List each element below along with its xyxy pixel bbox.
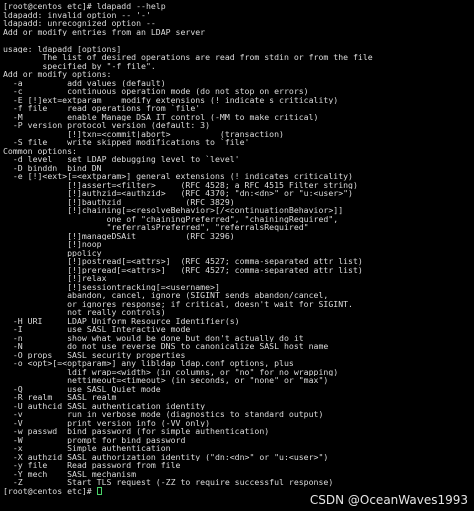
terminal-window[interactable]: [root@centos etc]# ldapadd --help ldapadd… <box>0 0 474 511</box>
terminal-line: -R realm SASL realm <box>3 393 117 402</box>
terminal-line: abandon, cancel, ignore (SIGINT sends ab… <box>3 291 329 300</box>
terminal-line: -X authzid SASL authorization identity (… <box>3 452 329 461</box>
terminal-line: [!]authzid=<authzid> (RFC 4370; "dn:<dn>… <box>3 189 353 198</box>
terminal-line: [!]txn=<commit|abort> (transaction) <box>3 129 284 138</box>
terminal-line: Add or modify options: <box>3 70 112 79</box>
terminal-line: -y file Read password from file <box>3 461 181 470</box>
terminal-line: -N do not use reverse DNS to canonicaliz… <box>3 342 329 351</box>
terminal-line: -n show what would be done but don't act… <box>3 333 304 342</box>
terminal-line: -O props SASL security properties <box>3 350 186 359</box>
terminal-line: [!]postread[=<attrs>] (RFC 4527; comma-s… <box>3 257 363 266</box>
terminal-line: or ignores response; if critical, doesn'… <box>3 299 353 308</box>
terminal-line: Common options: <box>3 146 77 155</box>
terminal-line: -Y mech SASL mechanism <box>3 469 137 478</box>
terminal-line: ldapadd: invalid option -- '-' <box>3 10 151 19</box>
terminal-line: -e [!]<ext>[=<extparam>] general extensi… <box>3 172 353 181</box>
watermark: CSDN @OceanWaves1993 <box>309 493 468 507</box>
terminal-line: -D binddn bind DN <box>3 163 102 172</box>
terminal-line: [!]noop <box>3 240 102 249</box>
terminal-line: ppolicy <box>3 248 102 257</box>
terminal-line: [!]sessiontracking[=<username>] <box>3 282 220 291</box>
terminal-line: -H URI LDAP Uniform Resource Identifier(… <box>3 316 240 325</box>
terminal-line: [!]manageDSAit (RFC 3296) <box>3 231 235 240</box>
terminal-line: -d level set LDAP debugging level to `le… <box>3 155 240 164</box>
terminal-line: The list of desired operations are read … <box>3 53 373 62</box>
terminal-line: -M enable Manage DSA IT control (-MM to … <box>3 112 319 121</box>
terminal-line: one of "chainingPreferred", "chainingReq… <box>3 214 339 223</box>
cursor-icon <box>96 486 102 495</box>
terminal-line: -f file read operations from `file' <box>3 104 201 113</box>
terminal-line: -E [!]ext=extparam modify extensions (! … <box>3 95 339 104</box>
terminal-line: -w passwd bind password (for simple auth… <box>3 427 270 436</box>
terminal-line: not really controls) <box>3 308 166 317</box>
terminal-line: -v run in verbose mode (diagnostics to s… <box>3 410 324 419</box>
terminal-line: [root@centos etc]# ldapadd --help <box>3 2 166 11</box>
terminal-line: "referralsPreferred", "referralsRequired… <box>3 223 309 232</box>
terminal-line: [!]assert=<filter> (RFC 4528; a RFC 4515… <box>3 180 358 189</box>
terminal-line: -P version protocol version (default: 3) <box>3 121 211 130</box>
terminal-line: -a add values (default) <box>3 78 166 87</box>
terminal-line: nettimeout=<timeout> (in seconds, or "no… <box>3 376 329 385</box>
terminal-line: -o <opt>[=<optparam>] any libldap ldap.c… <box>3 359 294 368</box>
terminal-line: -I use SASL Interactive mode <box>3 325 191 334</box>
terminal-line: -x Simple authentication <box>3 444 171 453</box>
terminal-line: Add or modify entries from an LDAP serve… <box>3 27 206 36</box>
terminal-line: -S file write skipped modifications to `… <box>3 138 250 147</box>
terminal-line: [!]chaining[=<resolveBehavior>[/<continu… <box>3 206 344 215</box>
terminal-line: [!]relax <box>3 274 107 283</box>
terminal-line: ldif_wrap=<width> (in columns, or "no" f… <box>3 367 339 376</box>
terminal-output: [root@centos etc]# ldapadd --help ldapadd… <box>3 2 474 487</box>
terminal-line: [!]preread[=<attrs>] (RFC 4527; comma-se… <box>3 265 363 274</box>
terminal-line: -c continuous operation mode (do not sto… <box>3 87 309 96</box>
terminal-line: -V print version info (-VV only) <box>3 418 211 427</box>
terminal-line: specified by "-f file". <box>3 61 156 70</box>
terminal-line: -W prompt for bind password <box>3 435 186 444</box>
terminal-line: -U authcid SASL authentication identity <box>3 401 206 410</box>
terminal-line: usage: ldapadd [options] <box>3 44 122 53</box>
prompt-text: [root@centos etc]# <box>3 486 97 495</box>
terminal-line: ldapadd: unrecognized option -- <box>3 19 156 28</box>
terminal-line: -Q use SASL Quiet mode <box>3 384 161 393</box>
terminal-line: -Z Start TLS request (-ZZ to require suc… <box>3 478 334 487</box>
terminal-line: [!]bauthzid (RFC 3829) <box>3 197 235 206</box>
